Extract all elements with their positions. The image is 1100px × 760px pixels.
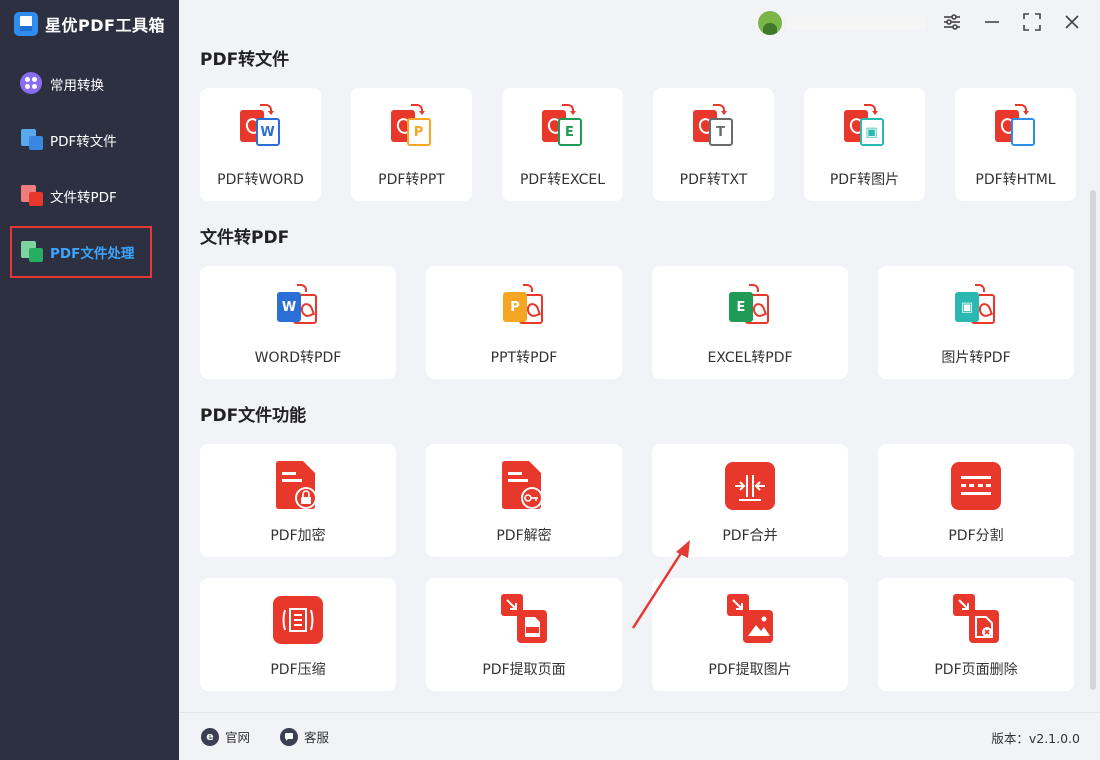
format-to-pdf-icon: W bbox=[275, 282, 321, 328]
card-label: 图片转PDF bbox=[878, 347, 1074, 367]
card-pdf-excel[interactable]: E PDF转EXCEL bbox=[502, 88, 623, 201]
card-pdf-compress[interactable]: PDF压缩 bbox=[200, 578, 396, 691]
sidebar-item-label: 常用转换 bbox=[50, 74, 104, 94]
sidebar-item-file-to-pdf[interactable]: 文件转PDF bbox=[10, 170, 152, 222]
card-word-pdf[interactable]: W WORD转PDF bbox=[200, 266, 396, 379]
pdf-to-format-icon: W bbox=[238, 104, 284, 150]
grid-dots-icon bbox=[20, 72, 44, 96]
app-title: 星优PDF工具箱 bbox=[14, 10, 165, 38]
card-pdf-merge[interactable]: PDF合并 bbox=[652, 444, 848, 557]
chat-bubble-icon bbox=[280, 728, 298, 746]
maximize-icon[interactable] bbox=[1020, 10, 1044, 34]
card-pdf-txt[interactable]: T PDF转TXT bbox=[653, 88, 774, 201]
card-label: PDF压缩 bbox=[200, 659, 396, 679]
card-pdf-extract-pages[interactable]: PDF提取页面 bbox=[426, 578, 622, 691]
user-avatar[interactable] bbox=[758, 11, 782, 35]
lock-file-icon bbox=[273, 460, 323, 516]
format-to-pdf-icon: ▣ bbox=[953, 282, 999, 328]
card-ppt-pdf[interactable]: P PPT转PDF bbox=[426, 266, 622, 379]
card-label: PDF加密 bbox=[200, 525, 396, 545]
format-to-pdf-icon: P bbox=[501, 282, 547, 328]
card-pdf-word[interactable]: W PDF转WORD bbox=[200, 88, 321, 201]
card-label: PDF转PPT bbox=[351, 169, 472, 189]
sidebar-item-label: 文件转PDF bbox=[50, 186, 117, 206]
app-logo-icon bbox=[14, 12, 38, 36]
pdf-to-format-icon: E bbox=[540, 104, 586, 150]
card-label: PDF分割 bbox=[878, 525, 1074, 545]
extract-images-icon bbox=[725, 592, 775, 650]
card-pdf-encrypt[interactable]: PDF加密 bbox=[200, 444, 396, 557]
card-label: PDF转EXCEL bbox=[502, 169, 623, 189]
extract-pages-icon bbox=[499, 592, 549, 650]
pdf-to-format-icon bbox=[993, 104, 1039, 150]
format-to-pdf-icon: E bbox=[727, 282, 773, 328]
card-label: PDF转TXT bbox=[653, 169, 774, 189]
user-name-redacted bbox=[786, 16, 926, 30]
website-label: 官网 bbox=[225, 727, 250, 746]
card-pdf-html[interactable]: PDF转HTML bbox=[955, 88, 1076, 201]
card-label: PDF页面删除 bbox=[878, 659, 1074, 679]
card-label: PDF转WORD bbox=[200, 169, 321, 189]
compress-icon bbox=[273, 594, 323, 650]
sidebar-item-pdf-processing[interactable]: PDF文件处理 bbox=[10, 226, 152, 278]
customer-service-link[interactable]: 客服 bbox=[280, 727, 329, 746]
key-file-icon bbox=[499, 460, 549, 516]
section-title-file-to-pdf: 文件转PDF bbox=[200, 223, 289, 248]
merge-icon bbox=[725, 460, 775, 516]
card-label: WORD转PDF bbox=[200, 347, 396, 367]
sidebar-item-pdf-to-file[interactable]: PDF转文件 bbox=[10, 114, 152, 166]
card--pdf[interactable]: ▣ 图片转PDF bbox=[878, 266, 1074, 379]
card-pdf-extract-images[interactable]: PDF提取图片 bbox=[652, 578, 848, 691]
pdf-to-format-icon: T bbox=[691, 104, 737, 150]
sidebar-item-label: PDF转文件 bbox=[50, 130, 117, 150]
card-label: PDF提取页面 bbox=[426, 659, 622, 679]
service-label: 客服 bbox=[304, 727, 329, 746]
footer: e 官网 客服 版本：v2.1.0.0 bbox=[179, 712, 1100, 760]
pdf-to-format-icon: ▣ bbox=[842, 104, 888, 150]
card-label: PDF转图片 bbox=[804, 169, 925, 189]
card-pdf-ppt[interactable]: P PDF转PPT bbox=[351, 88, 472, 201]
sidebar-item-label: PDF文件处理 bbox=[50, 242, 134, 262]
browser-e-icon: e bbox=[201, 728, 219, 746]
scrollbar[interactable] bbox=[1090, 190, 1096, 690]
card-pdf-decrypt[interactable]: PDF解密 bbox=[426, 444, 622, 557]
section-title-pdf-to-file: PDF转文件 bbox=[200, 45, 289, 70]
sidebar-item-common-convert[interactable]: 常用转换 bbox=[10, 58, 152, 110]
website-link[interactable]: e 官网 bbox=[201, 727, 250, 746]
split-icon bbox=[951, 460, 1001, 516]
pdf-to-file-icon bbox=[20, 128, 44, 152]
settings-sliders-icon[interactable] bbox=[940, 10, 964, 34]
delete-pages-icon bbox=[951, 592, 1001, 650]
card-label: PPT转PDF bbox=[426, 347, 622, 367]
card-pdf-delete-pages[interactable]: PDF页面删除 bbox=[878, 578, 1074, 691]
card-label: PDF合并 bbox=[652, 525, 848, 545]
card-pdf-split[interactable]: PDF分割 bbox=[878, 444, 1074, 557]
card-label: EXCEL转PDF bbox=[652, 347, 848, 367]
pdf-processing-icon bbox=[20, 240, 44, 264]
card-label: PDF提取图片 bbox=[652, 659, 848, 679]
minimize-icon[interactable] bbox=[980, 10, 1004, 34]
close-icon[interactable] bbox=[1060, 10, 1084, 34]
file-to-pdf-icon bbox=[20, 184, 44, 208]
app-name: 星优PDF工具箱 bbox=[45, 12, 165, 36]
card-label: PDF解密 bbox=[426, 525, 622, 545]
card-excel-pdf[interactable]: E EXCEL转PDF bbox=[652, 266, 848, 379]
card-pdf-[interactable]: ▣ PDF转图片 bbox=[804, 88, 925, 201]
pdf-to-format-icon: P bbox=[389, 104, 435, 150]
sidebar: 星优PDF工具箱 常用转换 PDF转文件 文件转PDF PDF文件处理 bbox=[0, 0, 179, 760]
version-text: 版本：v2.1.0.0 bbox=[991, 728, 1080, 747]
section-title-pdf-functions: PDF文件功能 bbox=[200, 401, 306, 426]
card-label: PDF转HTML bbox=[955, 169, 1076, 189]
